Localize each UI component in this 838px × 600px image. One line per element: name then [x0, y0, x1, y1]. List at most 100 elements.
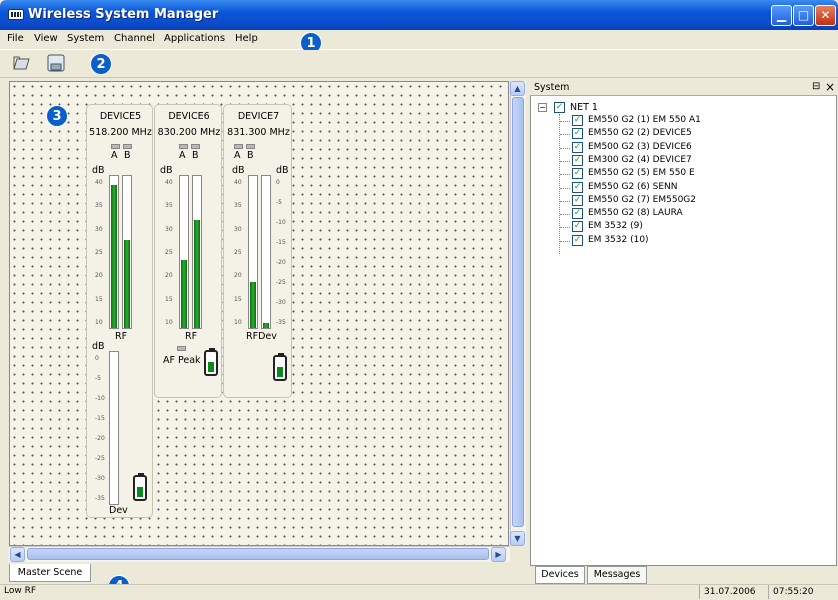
- scroll-up-arrow[interactable]: ▲: [510, 81, 525, 96]
- tick-label: 15: [165, 295, 173, 303]
- rf-meter-a: [109, 175, 119, 329]
- tick-label: 30: [95, 225, 103, 233]
- tree-collapse-icon[interactable]: −: [538, 103, 547, 112]
- db-label: dB: [160, 165, 173, 176]
- menu-system[interactable]: System: [67, 33, 104, 44]
- tree-item[interactable]: ✓ EM550 G2 (1) EM 550 A1: [560, 115, 830, 127]
- tick-label: -25: [95, 455, 105, 462]
- scroll-left-arrow[interactable]: ◀: [10, 547, 25, 562]
- tick-label: 20: [234, 272, 242, 280]
- tree-item[interactable]: ✓ EM550 G2 (5) EM 550 E: [560, 168, 830, 180]
- tick-label: 40: [95, 179, 103, 186]
- af-peak-led: [177, 346, 186, 351]
- tree-checkbox[interactable]: ✓: [572, 208, 583, 220]
- tree-item-label: EM550 G2 (2) DEVICE5: [588, 128, 692, 139]
- tree-checkbox[interactable]: ✓: [554, 102, 565, 113]
- minimize-button[interactable]: ▁: [771, 5, 792, 26]
- rf-meter-b: [122, 175, 132, 329]
- tree-line: [560, 160, 570, 162]
- tick-label: 40: [234, 179, 242, 186]
- tree-checkbox[interactable]: ✓: [572, 194, 583, 206]
- tick-label: -10: [95, 395, 105, 402]
- tree-item-label: EM500 G2 (3) DEVICE6: [588, 141, 692, 152]
- device-name: DEVICE6: [168, 111, 210, 122]
- tick-label: 25: [95, 249, 103, 256]
- menu-view[interactable]: View: [34, 33, 58, 44]
- tree-item-label: EM550 G2 (7) EM550G2: [588, 194, 696, 205]
- led-a-label: A: [234, 150, 241, 161]
- tree-item[interactable]: ✓ EM550 G2 (2) DEVICE5: [560, 128, 830, 140]
- led-b-label: B: [124, 150, 131, 161]
- menu-help[interactable]: Help: [235, 33, 258, 44]
- tree-checkbox[interactable]: ✓: [572, 234, 583, 246]
- tree-checkbox[interactable]: ✓: [572, 115, 583, 126]
- save-icon[interactable]: [46, 54, 66, 72]
- dev-meter: [109, 351, 119, 505]
- tree-line: [560, 174, 570, 176]
- vertical-scroll-thumb[interactable]: [512, 97, 524, 527]
- rf-meter-a: [179, 175, 189, 329]
- tree-item[interactable]: ✓ EM550 G2 (6) SENN: [560, 181, 830, 194]
- rf-meter: [248, 175, 258, 329]
- tree-checkbox[interactable]: ✓: [572, 128, 583, 140]
- tab-devices[interactable]: Devices: [535, 566, 585, 584]
- meter-fill: [194, 220, 200, 328]
- tree-item[interactable]: ✓ EM550 G2 (8) LAURA: [560, 208, 830, 220]
- menu-file[interactable]: File: [7, 33, 24, 44]
- tree-item[interactable]: ✓ EM 3532 (10): [560, 234, 830, 247]
- tree-item-label: EM550 G2 (1) EM 550 A1: [588, 115, 701, 125]
- tree-item-label: EM 3532 (9): [588, 221, 643, 232]
- tree-line: [560, 200, 570, 202]
- tick-label: 35: [165, 202, 173, 210]
- tick-label: -15: [95, 415, 105, 422]
- meter-fill: [111, 185, 117, 328]
- tree-checkbox[interactable]: ✓: [572, 221, 583, 233]
- tree-checkbox[interactable]: ✓: [572, 168, 583, 180]
- battery-icon: [133, 473, 147, 501]
- tree-line: [560, 240, 570, 242]
- tree-item[interactable]: ✓ EM550 G2 (7) EM550G2: [560, 194, 830, 207]
- scroll-down-arrow[interactable]: ▼: [510, 531, 525, 546]
- device-panel-device7[interactable]: DEVICE7 831.300 MHz A B dB dB 40 35 30 25 20…: [223, 104, 292, 398]
- tick-label: 0: [95, 355, 99, 362]
- tree-checkbox[interactable]: ✓: [572, 154, 583, 166]
- tick-label: -30: [95, 475, 105, 482]
- led-b-label: B: [247, 150, 254, 161]
- tick-label: -15: [276, 239, 286, 246]
- tick-label: 20: [95, 272, 103, 280]
- db-label-right: dB: [276, 165, 289, 176]
- callout-2: 2: [90, 53, 112, 75]
- tree-line: [560, 187, 570, 189]
- led-a: [234, 144, 243, 149]
- device-panel-device6[interactable]: DEVICE6 830.200 MHz A B dB 40 35 30 25 20 15 1…: [154, 104, 222, 398]
- tree-line: [560, 214, 570, 216]
- close-button[interactable]: ✕: [815, 5, 836, 26]
- menu-applications[interactable]: Applications: [164, 33, 225, 44]
- device-tree: ✓ EM550 G2 (1) EM 550 A1 ✓ EM550 G2 (2) DEV…: [560, 115, 830, 265]
- system-panel-title: System: [534, 82, 570, 93]
- db-label: dB: [92, 165, 105, 176]
- led-a: [179, 144, 188, 149]
- tree-checkbox[interactable]: ✓: [572, 141, 583, 153]
- tree-checkbox[interactable]: ✓: [572, 181, 583, 193]
- tab-messages[interactable]: Messages: [587, 566, 647, 584]
- tick-label: -20: [95, 435, 105, 442]
- horizontal-scroll-thumb[interactable]: [27, 548, 489, 560]
- device-panel-device5[interactable]: DEVICE5 518.200 MHz A B dB 40 35 30 25 20 15 1…: [86, 104, 153, 518]
- window-title: Wireless System Manager: [28, 7, 219, 22]
- maximize-button[interactable]: □: [793, 5, 814, 26]
- tree-item[interactable]: ✓ EM500 G2 (3) DEVICE6: [560, 141, 830, 154]
- meter-fill: [263, 323, 269, 328]
- open-folder-icon[interactable]: [12, 54, 32, 72]
- panel-close-icon[interactable]: ×: [825, 80, 835, 94]
- tree-item[interactable]: ✓ EM 3532 (9): [560, 221, 830, 233]
- tick-label: 25: [234, 249, 242, 256]
- pin-icon[interactable]: ⊟: [812, 81, 820, 92]
- scroll-right-arrow[interactable]: ▶: [491, 547, 506, 562]
- tab-master-scene[interactable]: Master Scene: [9, 564, 91, 582]
- tree-item[interactable]: ✓ EM300 G2 (4) DEVICE7: [560, 154, 830, 167]
- toolbar: [0, 50, 838, 78]
- tree-root-label[interactable]: NET 1: [570, 102, 598, 113]
- led-a-label: A: [179, 150, 186, 161]
- menu-channel[interactable]: Channel: [114, 33, 155, 44]
